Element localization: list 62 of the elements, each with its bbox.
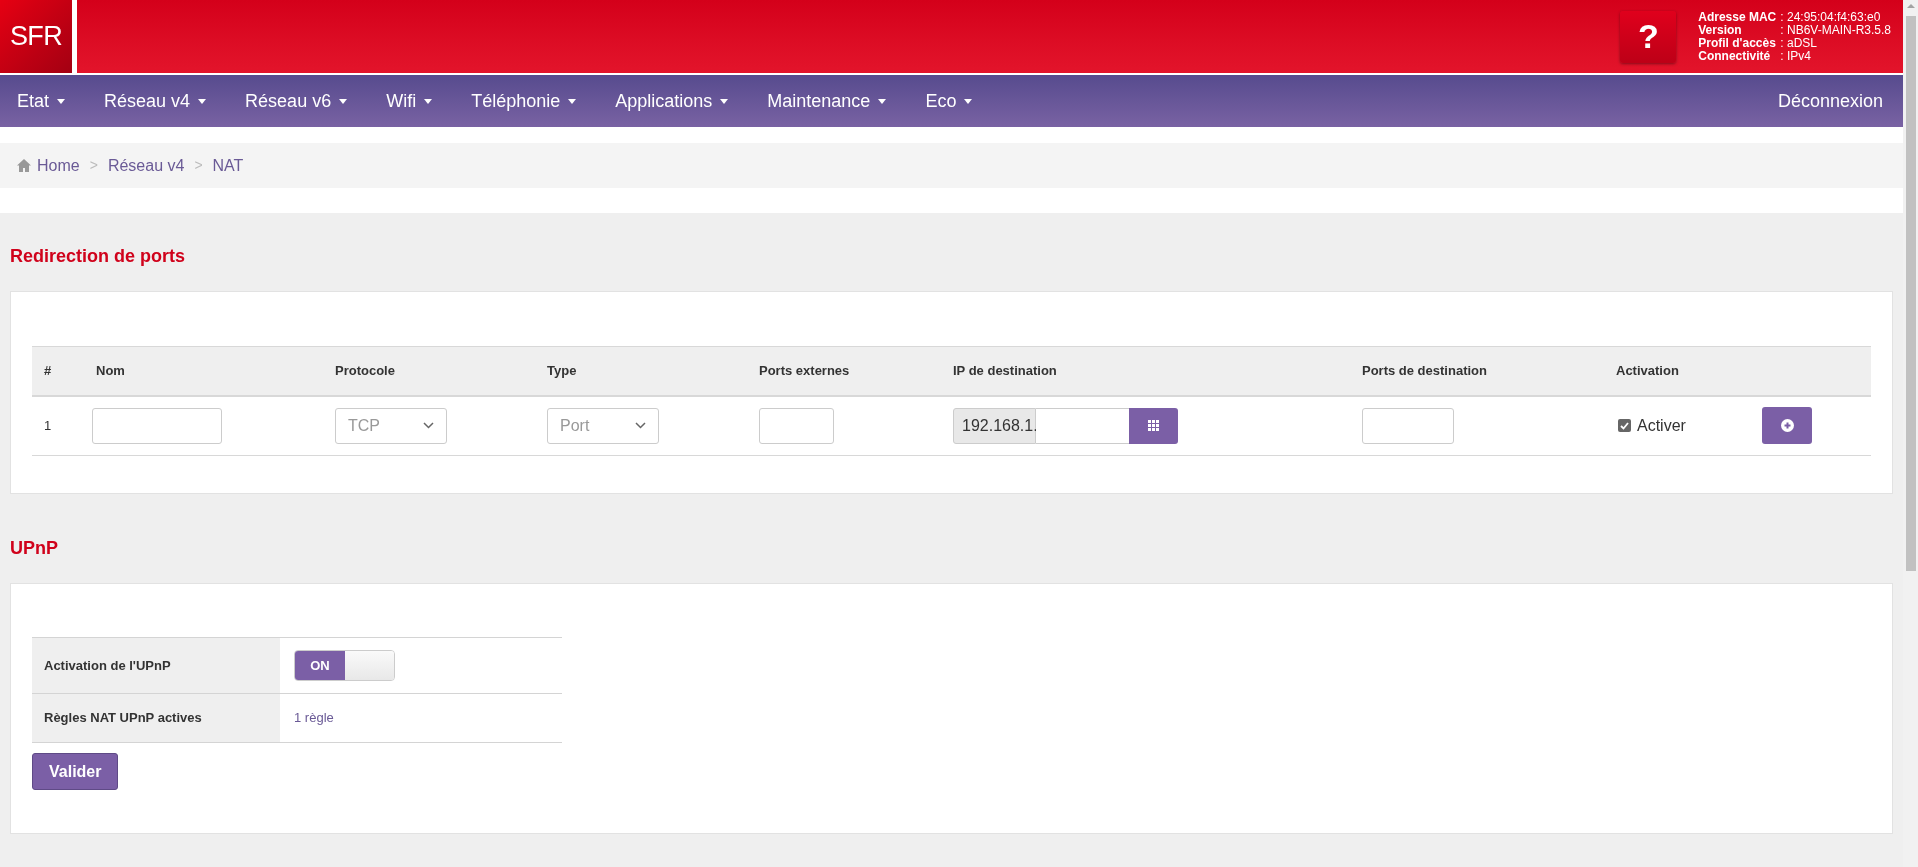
breadcrumb-separator: > bbox=[194, 156, 203, 175]
breadcrumb-home-link[interactable]: Home bbox=[17, 153, 80, 178]
info-value: : aDSL bbox=[1780, 36, 1818, 50]
breadcrumb-link[interactable]: Réseau v4 bbox=[107, 153, 185, 178]
ip-prefix: 192.168.1. bbox=[953, 407, 1036, 444]
nav-menu-item[interactable]: Etat bbox=[17, 87, 66, 115]
nav-menu-item[interactable]: Wifi bbox=[386, 87, 433, 115]
column-header: Activation bbox=[1604, 346, 1762, 396]
info-label: Profil d'accès bbox=[1698, 36, 1777, 50]
submit-button[interactable]: Valider bbox=[32, 753, 119, 790]
caret-icon bbox=[964, 98, 973, 104]
setting-label: Activation de l'UPnP bbox=[32, 638, 280, 693]
logout-link[interactable]: Déconnexion bbox=[1777, 87, 1883, 115]
ip-suffix-input[interactable] bbox=[1036, 407, 1129, 444]
info-label: Version bbox=[1698, 23, 1743, 37]
nav-menu-item[interactable]: Applications bbox=[615, 87, 729, 115]
caret-icon bbox=[878, 98, 887, 104]
nav-menu-item[interactable]: Réseau v6 bbox=[245, 87, 348, 115]
name-input[interactable] bbox=[92, 407, 222, 444]
rules-link[interactable]: 1 règle bbox=[294, 708, 334, 728]
caret-icon bbox=[198, 98, 207, 104]
caret-icon bbox=[720, 98, 729, 104]
breadcrumb-link[interactable]: NAT bbox=[212, 153, 244, 178]
info-value: : NB6V-MAIN-R3.5.8 bbox=[1780, 23, 1891, 37]
plus-circle-icon bbox=[1780, 419, 1794, 433]
section-title: Redirection de ports bbox=[9, 245, 187, 268]
upnp-toggle[interactable]: ON bbox=[294, 650, 395, 681]
nav-menu-item[interactable]: Eco bbox=[925, 87, 973, 115]
add-rule-button[interactable] bbox=[1762, 407, 1812, 445]
help-button[interactable]: ? bbox=[1620, 10, 1677, 63]
caret-icon bbox=[568, 98, 577, 104]
column-header: Ports externes bbox=[747, 346, 941, 396]
breadcrumb-separator: > bbox=[89, 156, 98, 175]
nav-menu-item[interactable]: Réseau v4 bbox=[104, 87, 207, 115]
column-header: # bbox=[32, 346, 84, 396]
chevron-down-icon bbox=[635, 422, 646, 430]
logo[interactable]: SFR bbox=[0, 0, 72, 73]
info-label: Connectivité bbox=[1698, 49, 1772, 63]
grid-icon bbox=[1148, 420, 1159, 432]
device-picker-button[interactable] bbox=[1129, 407, 1178, 444]
external-ports-input[interactable] bbox=[759, 407, 834, 444]
activate-checkbox[interactable]: Activer bbox=[1618, 413, 1762, 438]
chevron-down-icon bbox=[423, 422, 434, 430]
info-value: : 24:95:04:f4:63:e0 bbox=[1780, 10, 1882, 24]
setting-label: Règles NAT UPnP actives bbox=[32, 694, 280, 742]
row-number: 1 bbox=[44, 418, 52, 433]
caret-icon bbox=[57, 98, 66, 104]
home-icon bbox=[17, 159, 31, 172]
info-label: Adresse MAC bbox=[1698, 10, 1777, 24]
nav-menu-item[interactable]: Téléphonie bbox=[471, 87, 577, 115]
nav-menu-item[interactable]: Maintenance bbox=[767, 87, 887, 115]
column-header: Type bbox=[535, 346, 747, 396]
column-header: Nom bbox=[84, 346, 323, 396]
destination-ports-input[interactable] bbox=[1362, 407, 1454, 444]
column-header: Ports de destination bbox=[1350, 346, 1604, 396]
column-header: Protocole bbox=[323, 346, 535, 396]
info-value: : IPv4 bbox=[1780, 49, 1812, 63]
checkmark-icon bbox=[1620, 421, 1629, 430]
column-header: IP de destination bbox=[941, 346, 1350, 396]
caret-icon bbox=[424, 98, 433, 104]
section-title: UPnP bbox=[9, 537, 59, 560]
caret-icon bbox=[339, 98, 348, 104]
